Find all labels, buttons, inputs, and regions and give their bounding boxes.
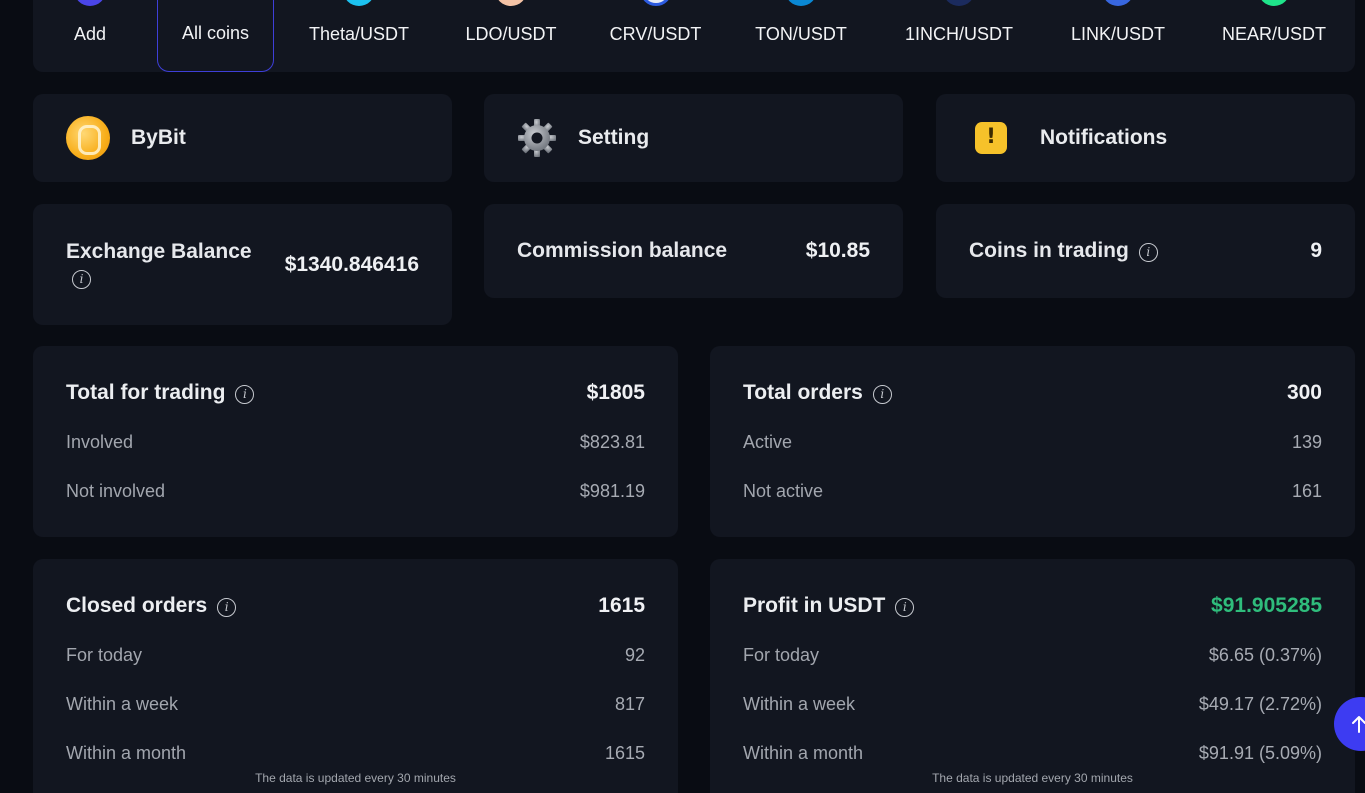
warning-icon (975, 122, 1007, 154)
coin-ldo-usdt[interactable]: LDO/USDT (453, 0, 569, 72)
crv-coin-icon (639, 0, 672, 6)
closed-orders-label: Closed orders (66, 594, 208, 617)
list-item: Within a month $91.91 (5.09%) (743, 742, 1322, 763)
coins-in-trading-value: 9 (1310, 239, 1322, 262)
exchange-balance-value: $1340.846416 (284, 252, 419, 276)
list-item: For today 92 (66, 644, 645, 665)
total-orders-value: 300 (1286, 381, 1322, 404)
list-item: Involved $823.81 (66, 431, 645, 452)
coin-near-usdt[interactable]: NEAR/USDT (1213, 0, 1335, 72)
profit-label: Profit in USDT (743, 594, 886, 617)
coin-ton-usdt[interactable]: TON/USDT (742, 0, 860, 72)
notifications-card[interactable]: Notifications (936, 94, 1355, 182)
profit-value: $91.905285 (1211, 594, 1322, 617)
near-coin-icon (1258, 0, 1290, 6)
closed-orders-value: 1615 (598, 594, 645, 617)
add-coin-icon (74, 0, 106, 6)
coins-in-trading-label: Coins in trading (969, 239, 1129, 262)
ton-coin-icon (785, 0, 817, 6)
list-item: Within a week 817 (66, 693, 645, 714)
coin-selector-strip: Add All coins Theta/USDT LDO/USDT CRV/US… (33, 0, 1355, 72)
total-orders-label: Total orders (743, 381, 863, 404)
setting-label: Setting (578, 126, 650, 149)
info-icon[interactable]: i (872, 385, 892, 405)
exchange-name: ByBit (131, 126, 186, 149)
coin-add[interactable]: Add (60, 0, 120, 72)
gear-icon (518, 119, 556, 157)
theta-coin-icon (343, 0, 375, 6)
coin-link-usdt[interactable]: LINK/USDT (1058, 0, 1178, 72)
info-icon[interactable]: i (895, 598, 915, 618)
info-icon[interactable]: i (235, 385, 255, 405)
info-icon[interactable]: i (72, 270, 91, 289)
bybit-logo-icon (66, 116, 110, 160)
coin-crv-usdt[interactable]: CRV/USDT (598, 0, 713, 72)
coins-in-trading-card: Coins in trading i 9 (936, 204, 1355, 298)
total-for-trading-card: Total for trading i $1805 Involved $823.8… (33, 346, 678, 537)
update-note: The data is updated every 30 minutes (932, 771, 1133, 785)
list-item: For today $6.65 (0.37%) (743, 644, 1322, 665)
list-item: Within a week $49.17 (2.72%) (743, 693, 1322, 714)
exchange-balance-label: Exchange Balance (66, 240, 252, 263)
total-orders-card: Total orders i 300 Active 139 Not active … (710, 346, 1355, 537)
total-for-trading-label: Total for trading (66, 381, 226, 404)
arrow-up-icon (1352, 716, 1365, 733)
total-for-trading-value: $1805 (586, 381, 645, 404)
list-item: Active 139 (743, 431, 1322, 452)
coin-all-coins[interactable]: All coins (157, 0, 274, 72)
closed-orders-card: Closed orders i 1615 For today 92 Within … (33, 559, 678, 793)
exchange-balance-card: Exchange Balance i $1340.846416 (33, 204, 452, 325)
list-item: Not involved $981.19 (66, 480, 645, 501)
link-coin-icon (1102, 0, 1134, 6)
coin-theta-usdt[interactable]: Theta/USDT (299, 0, 419, 72)
notifications-label: Notifications (1040, 126, 1168, 149)
commission-balance-label: Commission balance (517, 239, 728, 262)
commission-balance-value: $10.85 (805, 239, 870, 262)
profit-card: Profit in USDT i $91.905285 For today $6.… (710, 559, 1355, 793)
exchange-card-bybit[interactable]: ByBit (33, 94, 452, 182)
info-icon[interactable]: i (217, 598, 237, 618)
list-item: Within a month 1615 (66, 742, 645, 763)
info-icon[interactable]: i (1138, 243, 1158, 263)
coin-1inch-usdt[interactable]: 1INCH/USDT (889, 0, 1029, 72)
setting-card[interactable]: Setting (484, 94, 903, 182)
ldo-coin-icon (495, 0, 527, 6)
commission-balance-card: Commission balance $10.85 (484, 204, 903, 298)
update-note: The data is updated every 30 minutes (255, 771, 456, 785)
1inch-coin-icon (943, 0, 975, 6)
list-item: Not active 161 (743, 480, 1322, 501)
